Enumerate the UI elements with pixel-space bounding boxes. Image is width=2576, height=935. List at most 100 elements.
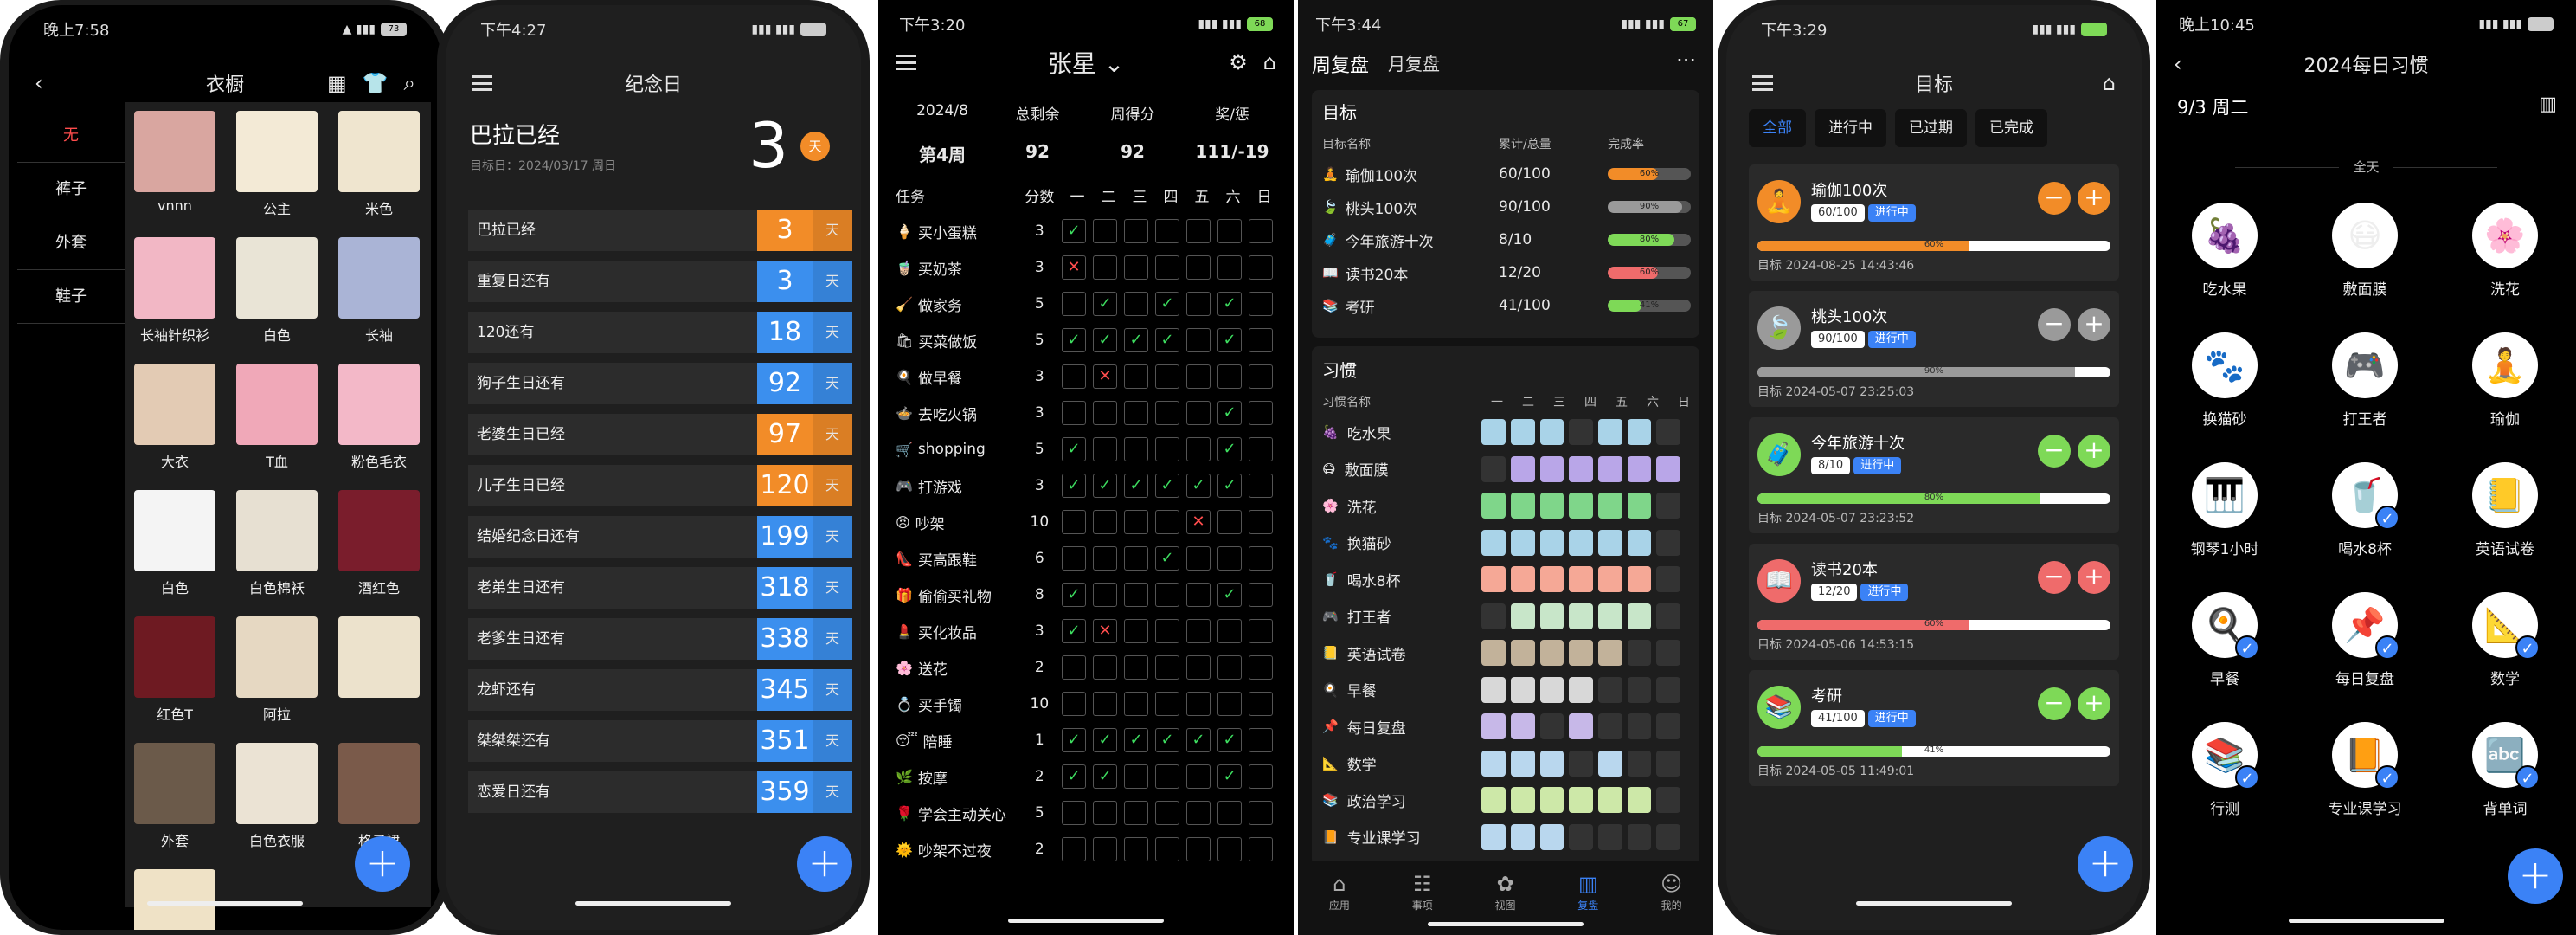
habit-item[interactable]: 🍳 ✓ 早餐: [2168, 592, 2281, 688]
habit-day-cell[interactable]: [1627, 787, 1652, 813]
filter-tab[interactable]: 全部: [1749, 109, 1806, 147]
habit-item[interactable]: 📚 ✓ 行测: [2168, 722, 2281, 818]
habit-day-cell[interactable]: [1511, 750, 1535, 777]
habit-day-cell[interactable]: [1511, 713, 1535, 739]
day-checkbox[interactable]: ✓: [1093, 474, 1117, 498]
habit-day-cell[interactable]: [1539, 676, 1564, 703]
day-checkbox[interactable]: ✓: [1062, 219, 1086, 243]
habit-day-cell[interactable]: [1569, 493, 1594, 519]
goal-card[interactable]: 🧘 瑜伽100次 60/100 进行中 − +60% 目标 2024-08-25 14:43…: [1749, 164, 2119, 280]
habit-day-cell[interactable]: [1539, 493, 1564, 519]
clothing-item[interactable]: 米色: [336, 111, 422, 218]
day-checkbox[interactable]: ✓: [1124, 728, 1148, 752]
day-checkbox[interactable]: ✓: [1186, 474, 1211, 498]
habit-day-cell[interactable]: [1627, 566, 1652, 592]
day-checkbox[interactable]: [1124, 401, 1148, 425]
back-icon[interactable]: ‹: [2174, 52, 2182, 76]
day-checkbox[interactable]: ✕: [1093, 364, 1117, 389]
day-checkbox[interactable]: [1186, 837, 1211, 861]
habit-day-cell[interactable]: [1656, 493, 1680, 519]
day-checkbox[interactable]: [1186, 764, 1211, 789]
day-checkbox[interactable]: [1155, 764, 1179, 789]
clothing-item[interactable]: 长袖: [336, 237, 422, 345]
habit-day-cell[interactable]: [1539, 750, 1564, 777]
habit-day-cell[interactable]: [1511, 566, 1535, 592]
habit-day-cell[interactable]: [1598, 823, 1622, 850]
featured-anniversary[interactable]: 巴拉已经 目标日：2024/03/17 周日 3 天: [470, 109, 837, 196]
increase-button[interactable]: +: [2078, 435, 2110, 468]
day-checkbox[interactable]: [1217, 837, 1242, 861]
habit-day-cell[interactable]: [1569, 787, 1594, 813]
day-checkbox[interactable]: [1249, 764, 1273, 789]
clothing-item[interactable]: 粉色毛衣: [336, 364, 422, 471]
day-checkbox[interactable]: [1186, 219, 1211, 243]
habit-day-cell[interactable]: [1656, 823, 1680, 850]
increase-button[interactable]: +: [2078, 687, 2110, 720]
clothing-item[interactable]: 红色T: [132, 616, 218, 724]
habit-day-cell[interactable]: [1481, 750, 1506, 777]
day-checkbox[interactable]: ✓: [1062, 437, 1086, 461]
habit-day-cell[interactable]: [1511, 603, 1535, 629]
goal-card[interactable]: 🍃 桃头100次 90/100 进行中 − +90% 目标 2024-05-07 23:25…: [1749, 291, 2119, 407]
day-checkbox[interactable]: [1217, 219, 1242, 243]
clothing-item[interactable]: vnnn: [132, 111, 218, 214]
day-checkbox[interactable]: [1186, 801, 1211, 825]
day-checkbox[interactable]: ✓: [1062, 583, 1086, 607]
day-checkbox[interactable]: [1124, 546, 1148, 571]
day-checkbox[interactable]: [1155, 510, 1179, 534]
day-checkbox[interactable]: [1155, 801, 1179, 825]
current-date[interactable]: 9/3 周二: [2177, 94, 2248, 119]
day-checkbox[interactable]: [1217, 692, 1242, 716]
day-checkbox[interactable]: ✓: [1093, 328, 1117, 352]
habit-day-cell[interactable]: [1656, 566, 1680, 592]
decrease-button[interactable]: −: [2038, 687, 2071, 720]
day-checkbox[interactable]: [1155, 619, 1179, 643]
clothing-item[interactable]: 长袖针织衫: [132, 237, 218, 345]
habit-day-cell[interactable]: [1627, 823, 1652, 850]
nav-item[interactable]: ✿ 视图: [1494, 872, 1515, 912]
anniversary-row[interactable]: 结婚纪念日还有 199 天: [468, 516, 852, 558]
habit-day-cell[interactable]: [1627, 419, 1652, 445]
decrease-button[interactable]: −: [2038, 561, 2071, 594]
day-checkbox[interactable]: [1249, 837, 1273, 861]
habit-day-cell[interactable]: [1511, 419, 1535, 445]
habit-item[interactable]: 😷 敷面膜: [2309, 203, 2421, 299]
day-checkbox[interactable]: ✓: [1155, 728, 1179, 752]
anniversary-row[interactable]: 儿子生日已经 120 天: [468, 465, 852, 506]
back-icon[interactable]: ‹: [35, 71, 43, 95]
day-checkbox[interactable]: [1124, 583, 1148, 607]
day-checkbox[interactable]: [1249, 401, 1273, 425]
habit-day-cell[interactable]: [1569, 640, 1594, 666]
habit-day-cell[interactable]: [1569, 419, 1594, 445]
day-checkbox[interactable]: [1093, 583, 1117, 607]
day-checkbox[interactable]: [1062, 401, 1086, 425]
day-checkbox[interactable]: [1249, 619, 1273, 643]
day-checkbox[interactable]: [1186, 364, 1211, 389]
day-checkbox[interactable]: [1155, 255, 1179, 280]
day-checkbox[interactable]: [1186, 619, 1211, 643]
habit-day-cell[interactable]: [1598, 493, 1622, 519]
day-checkbox[interactable]: [1249, 219, 1273, 243]
tab-monthly[interactable]: 月复盘: [1388, 50, 1440, 78]
day-checkbox[interactable]: [1062, 655, 1086, 680]
habit-day-cell[interactable]: [1511, 455, 1535, 482]
day-checkbox[interactable]: [1093, 655, 1117, 680]
habit-item[interactable]: 🍇 吃水果: [2168, 203, 2281, 299]
habit-day-cell[interactable]: [1656, 713, 1680, 739]
clothing-item[interactable]: 格子裙: [336, 743, 422, 850]
day-checkbox[interactable]: [1249, 364, 1273, 389]
habit-day-cell[interactable]: [1481, 640, 1506, 666]
day-checkbox[interactable]: [1249, 292, 1273, 316]
habit-day-cell[interactable]: [1627, 676, 1652, 703]
day-checkbox[interactable]: [1217, 364, 1242, 389]
goal-card[interactable]: 🧳 今年旅游十次 8/10 进行中 − +80% 目标 2024-05-07 23:23:5…: [1749, 417, 2119, 533]
day-checkbox[interactable]: [1124, 255, 1148, 280]
day-checkbox[interactable]: [1093, 546, 1117, 571]
day-checkbox[interactable]: [1062, 292, 1086, 316]
habit-day-cell[interactable]: [1656, 603, 1680, 629]
user-selector[interactable]: 张星 ⌄: [1048, 45, 1124, 80]
day-checkbox[interactable]: [1124, 801, 1148, 825]
day-checkbox[interactable]: [1124, 837, 1148, 861]
day-checkbox[interactable]: [1249, 728, 1273, 752]
clothing-item[interactable]: 公主: [234, 111, 320, 218]
